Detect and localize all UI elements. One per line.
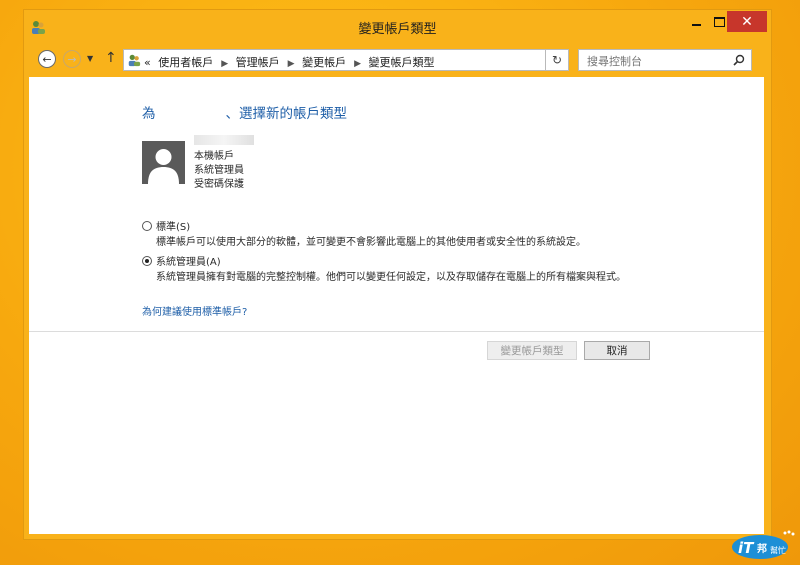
- address-bar[interactable]: « 使用者帳戶 ▶ 管理帳戶 ▶ 變更帳戶 ▶ 變更帳戶類型: [123, 49, 563, 71]
- refresh-button[interactable]: ↻: [545, 49, 569, 71]
- redacted-account-name: [194, 135, 254, 145]
- ithome-logo: iT 邦 幫忙: [732, 530, 795, 559]
- administrator-description: 系統管理員擁有對電腦的完整控制權。他們可以變更任何設定，以及存取儲存在電腦上的所…: [156, 272, 626, 283]
- account-type-local: 本機帳戶: [194, 151, 234, 162]
- content-panel: 為 、選擇新的帳戶類型 本機帳戶 系統管理員 受密碼保護 標準(S) 標準帳戶可以…: [29, 77, 764, 534]
- search-box[interactable]: [578, 49, 752, 71]
- page-title-prefix: 為: [142, 106, 156, 122]
- divider: [29, 331, 764, 332]
- breadcrumb-item-change-account[interactable]: 變更帳戶: [302, 56, 346, 69]
- account-info: 本機帳戶 系統管理員 受密碼保護: [194, 135, 254, 192]
- administrator-radio[interactable]: [142, 255, 152, 266]
- svg-text:iT: iT: [738, 539, 755, 557]
- window: 變更帳戶類型 ✕ ← → ▼ ↑ « 使用者帳戶 ▶ 管理帳戶 ▶ 變更帳戶 ▶ 變更…: [23, 9, 772, 540]
- forward-button[interactable]: →: [63, 50, 81, 68]
- cancel-button[interactable]: 取消: [584, 341, 650, 360]
- breadcrumb-overflow[interactable]: «: [144, 56, 151, 69]
- breadcrumb-item-change-account-type[interactable]: 變更帳戶類型: [369, 56, 435, 69]
- breadcrumb-separator-icon[interactable]: ▶: [354, 59, 361, 69]
- administrator-label[interactable]: 系統管理員(A): [156, 253, 221, 268]
- standard-label[interactable]: 標準(S): [156, 218, 190, 233]
- breadcrumb-separator-icon[interactable]: ▶: [221, 59, 228, 69]
- window-title: 變更帳戶類型: [358, 22, 437, 37]
- title-bar[interactable]: 變更帳戶類型 ✕: [24, 10, 771, 42]
- page-title-suffix: 、選擇新的帳戶類型: [225, 106, 348, 122]
- svg-text:幫忙: 幫忙: [770, 545, 786, 555]
- standard-radio[interactable]: [142, 220, 152, 231]
- refresh-icon: ↻: [551, 53, 563, 67]
- breadcrumb-item-user-accounts[interactable]: 使用者帳戶: [158, 56, 213, 69]
- change-account-type-button[interactable]: 變更帳戶類型: [487, 341, 577, 360]
- account-password-status: 受密碼保護: [194, 179, 244, 190]
- option-standard[interactable]: 標準(S) 標準帳戶可以使用大部分的軟體，並可變更不會影響此電腦上的其他使用者或…: [142, 218, 656, 249]
- why-standard-link[interactable]: 為何建議使用標準帳戶?: [142, 303, 247, 318]
- option-administrator[interactable]: 系統管理員(A) 系統管理員擁有對電腦的完整控制權。他們可以變更任何設定，以及存…: [142, 253, 656, 284]
- redacted-username: [155, 106, 226, 118]
- standard-description: 標準帳戶可以使用大部分的軟體，並可變更不會影響此電腦上的其他使用者或安全性的系統…: [156, 237, 586, 248]
- breadcrumb: « 使用者帳戶 ▶ 管理帳戶 ▶ 變更帳戶 ▶ 變更帳戶類型: [144, 54, 439, 70]
- avatar: [142, 141, 185, 184]
- page-title: 為 、選擇新的帳戶類型: [142, 102, 347, 122]
- user-accounts-icon: [128, 54, 141, 67]
- minimize-icon: [691, 23, 701, 26]
- navigation-toolbar: ← → ▼ ↑ « 使用者帳戶 ▶ 管理帳戶 ▶ 變更帳戶 ▶ 變更帳戶類型 ↻: [29, 47, 764, 73]
- minimize-button[interactable]: [685, 11, 707, 32]
- arrow-left-icon: ←: [42, 52, 52, 66]
- search-icon[interactable]: [733, 54, 745, 66]
- back-button[interactable]: ←: [38, 50, 56, 68]
- account-role: 系統管理員: [194, 165, 244, 176]
- user-silhouette-icon: [148, 149, 179, 184]
- maximize-icon: [713, 16, 725, 27]
- svg-text:邦: 邦: [757, 542, 767, 555]
- up-arrow-icon[interactable]: ↑: [105, 50, 117, 66]
- arrow-right-icon: →: [67, 52, 77, 66]
- recent-locations-chevron-icon[interactable]: ▼: [87, 54, 93, 63]
- search-input[interactable]: [585, 52, 729, 70]
- breadcrumb-item-manage-accounts[interactable]: 管理帳戶: [236, 56, 280, 69]
- close-button[interactable]: ✕: [727, 11, 767, 32]
- breadcrumb-separator-icon[interactable]: ▶: [288, 59, 295, 69]
